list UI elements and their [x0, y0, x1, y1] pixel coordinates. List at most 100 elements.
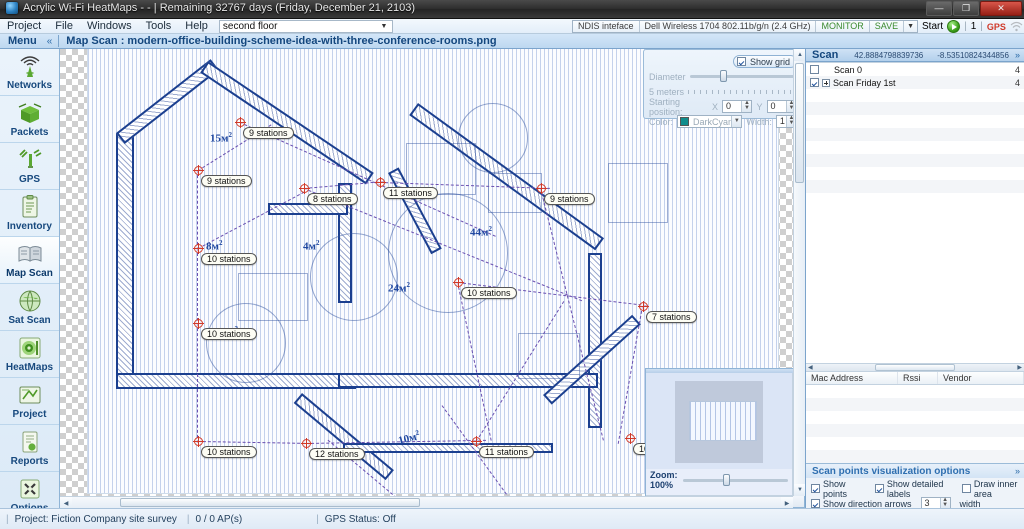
- scroll-thumb[interactable]: [120, 498, 420, 507]
- column-header-mac-address[interactable]: Mac Address: [806, 372, 898, 384]
- table-row-empty: [806, 437, 1024, 450]
- show-direction-arrows-option[interactable]: Show direction arrows: [811, 499, 912, 509]
- scan-point-label: 11 stations: [383, 187, 438, 199]
- scroll-thumb[interactable]: [795, 63, 804, 183]
- scan-point-marker[interactable]: [193, 165, 204, 176]
- sidebar-item-map-scan[interactable]: Map Scan: [0, 237, 59, 284]
- map-scan-path: Map Scan : modern-office-building-scheme…: [59, 35, 496, 47]
- map-canvas[interactable]: 15м2 4м2 8м2 44м2 24м2 18м2 10м2 9 stati…: [60, 49, 805, 508]
- scroll-down-icon[interactable]: ▼: [794, 484, 805, 496]
- floor-select[interactable]: second floor ▼: [219, 20, 393, 33]
- table-row-empty: [806, 450, 1024, 463]
- scroll-right-icon[interactable]: ▶: [781, 497, 793, 508]
- draw-inner-area-checkbox[interactable]: [962, 484, 971, 493]
- menu-item-windows[interactable]: Windows: [80, 19, 139, 33]
- show-points-option[interactable]: Show points: [811, 479, 857, 499]
- grid-settings-panel: Show grid Diameter 5 meters Starting pos…: [643, 49, 803, 119]
- sidebar-item-gps[interactable]: GPS: [0, 143, 59, 190]
- table-row[interactable]: Scan Friday 1st 4: [806, 76, 1024, 89]
- show-detailed-labels-option[interactable]: Show detailed labels: [875, 479, 946, 499]
- column-header-rssi[interactable]: Rssi: [898, 372, 938, 384]
- sidebar-item-heatmaps[interactable]: HeatMaps: [0, 331, 59, 378]
- zoom-slider[interactable]: [683, 479, 789, 482]
- furniture-rect: [518, 333, 580, 379]
- table-row[interactable]: Scan 0 4: [806, 63, 1024, 76]
- scan-point-marker[interactable]: [299, 183, 310, 194]
- width-label: Width:: [746, 117, 772, 127]
- sidebar-rail: Networks Packets: [0, 49, 60, 508]
- sidebar-item-packets[interactable]: Packets: [0, 96, 59, 143]
- panel-collapse-chevron-icon[interactable]: »: [1015, 466, 1020, 476]
- chevron-down-icon[interactable]: ▼: [731, 116, 741, 127]
- scan-point-marker[interactable]: [193, 436, 204, 447]
- scan-point-marker[interactable]: [193, 318, 204, 329]
- sidebar-item-label: GPS: [19, 174, 40, 185]
- ap-grid-body[interactable]: [806, 385, 1024, 463]
- sidebar-item-project[interactable]: Project: [0, 378, 59, 425]
- monitor-button[interactable]: MONITOR: [816, 21, 869, 32]
- collapse-chevron-icon[interactable]: «: [37, 36, 59, 47]
- panel-collapse-chevron-icon[interactable]: »: [1015, 50, 1020, 60]
- minimap-viewport[interactable]: [689, 401, 757, 441]
- close-button[interactable]: ✕: [980, 1, 1022, 16]
- map-vertical-scrollbar[interactable]: ▲ ▼: [793, 49, 805, 496]
- diameter-slider[interactable]: [690, 75, 797, 78]
- maximize-button[interactable]: ❐: [953, 1, 979, 16]
- scan-point-marker[interactable]: [536, 183, 547, 194]
- project-folder-icon: [17, 382, 43, 408]
- show-direction-arrows-checkbox[interactable]: [811, 499, 820, 508]
- menu-item-help[interactable]: Help: [178, 19, 215, 33]
- save-button[interactable]: SAVE: [870, 21, 904, 32]
- nic-type-label: NDIS inteface: [573, 21, 640, 32]
- scan-point-marker[interactable]: [625, 433, 636, 444]
- play-icon[interactable]: [947, 20, 960, 33]
- sidebar-item-networks[interactable]: Networks: [0, 49, 59, 96]
- minimap-canvas[interactable]: [646, 373, 792, 469]
- scroll-right-icon[interactable]: ▶: [1017, 364, 1022, 371]
- capture-controls: Start | 1 | GPS: [922, 20, 1023, 33]
- scroll-up-icon[interactable]: ▲: [794, 49, 805, 61]
- show-points-checkbox[interactable]: [811, 484, 820, 493]
- zoom-slider-thumb[interactable]: [723, 474, 730, 486]
- column-header-vendor[interactable]: Vendor: [938, 372, 1024, 384]
- menu-item-file[interactable]: File: [48, 19, 80, 33]
- draw-inner-area-option[interactable]: Draw inner area: [962, 479, 1019, 499]
- scroll-left-icon[interactable]: ◀: [808, 364, 813, 371]
- scan-point-label: 7 stations: [646, 311, 697, 323]
- menu-item-tools[interactable]: Tools: [139, 19, 179, 33]
- start-x-input[interactable]: 0▲▼: [722, 100, 753, 113]
- draw-inner-area-label: Draw inner area: [974, 479, 1019, 499]
- scan-row-name: Scan 0: [834, 65, 862, 75]
- menu-toggle-label[interactable]: Menu: [0, 35, 37, 47]
- chevron-down-icon[interactable]: ▼: [904, 21, 917, 32]
- scan-point-marker[interactable]: [375, 177, 386, 188]
- sidebar-item-sat-scan[interactable]: Sat Scan: [0, 284, 59, 331]
- scan-point-marker[interactable]: [471, 436, 482, 447]
- show-grid-toggle[interactable]: Show grid: [733, 55, 797, 68]
- minimize-button[interactable]: —: [926, 1, 952, 16]
- menu-item-project[interactable]: Project: [0, 19, 48, 33]
- dock-splitter[interactable]: ◀ ▶: [806, 363, 1024, 372]
- grid-color-select[interactable]: DarkCyan ▼: [677, 115, 742, 128]
- slider-thumb[interactable]: [720, 70, 727, 82]
- show-grid-checkbox[interactable]: [737, 57, 746, 66]
- scan-list[interactable]: Scan 0 4 Scan Friday 1st 4: [806, 63, 1024, 363]
- expand-icon[interactable]: [822, 79, 830, 87]
- room-area-label: 8м2: [206, 239, 223, 253]
- scan-row-checkbox[interactable]: [810, 65, 819, 74]
- spinner-icon[interactable]: ▲▼: [741, 101, 751, 112]
- gps-toggle[interactable]: GPS: [987, 22, 1006, 32]
- furniture-rect: [238, 273, 308, 321]
- scroll-left-icon[interactable]: ◀: [60, 497, 72, 508]
- scan-point-marker[interactable]: [638, 301, 649, 312]
- sidebar-item-reports[interactable]: Reports: [0, 425, 59, 472]
- scan-point-marker[interactable]: [301, 438, 312, 449]
- show-detailed-labels-checkbox[interactable]: [875, 484, 884, 493]
- map-horizontal-scrollbar[interactable]: ◀ ▶: [60, 496, 793, 508]
- splitter-grip[interactable]: [875, 364, 955, 371]
- scan-point-marker[interactable]: [193, 243, 204, 254]
- scan-point-marker[interactable]: [235, 117, 246, 128]
- scan-row-checkbox[interactable]: [810, 78, 819, 87]
- scan-point-marker[interactable]: [453, 277, 464, 288]
- sidebar-item-inventory[interactable]: Inventory: [0, 190, 59, 237]
